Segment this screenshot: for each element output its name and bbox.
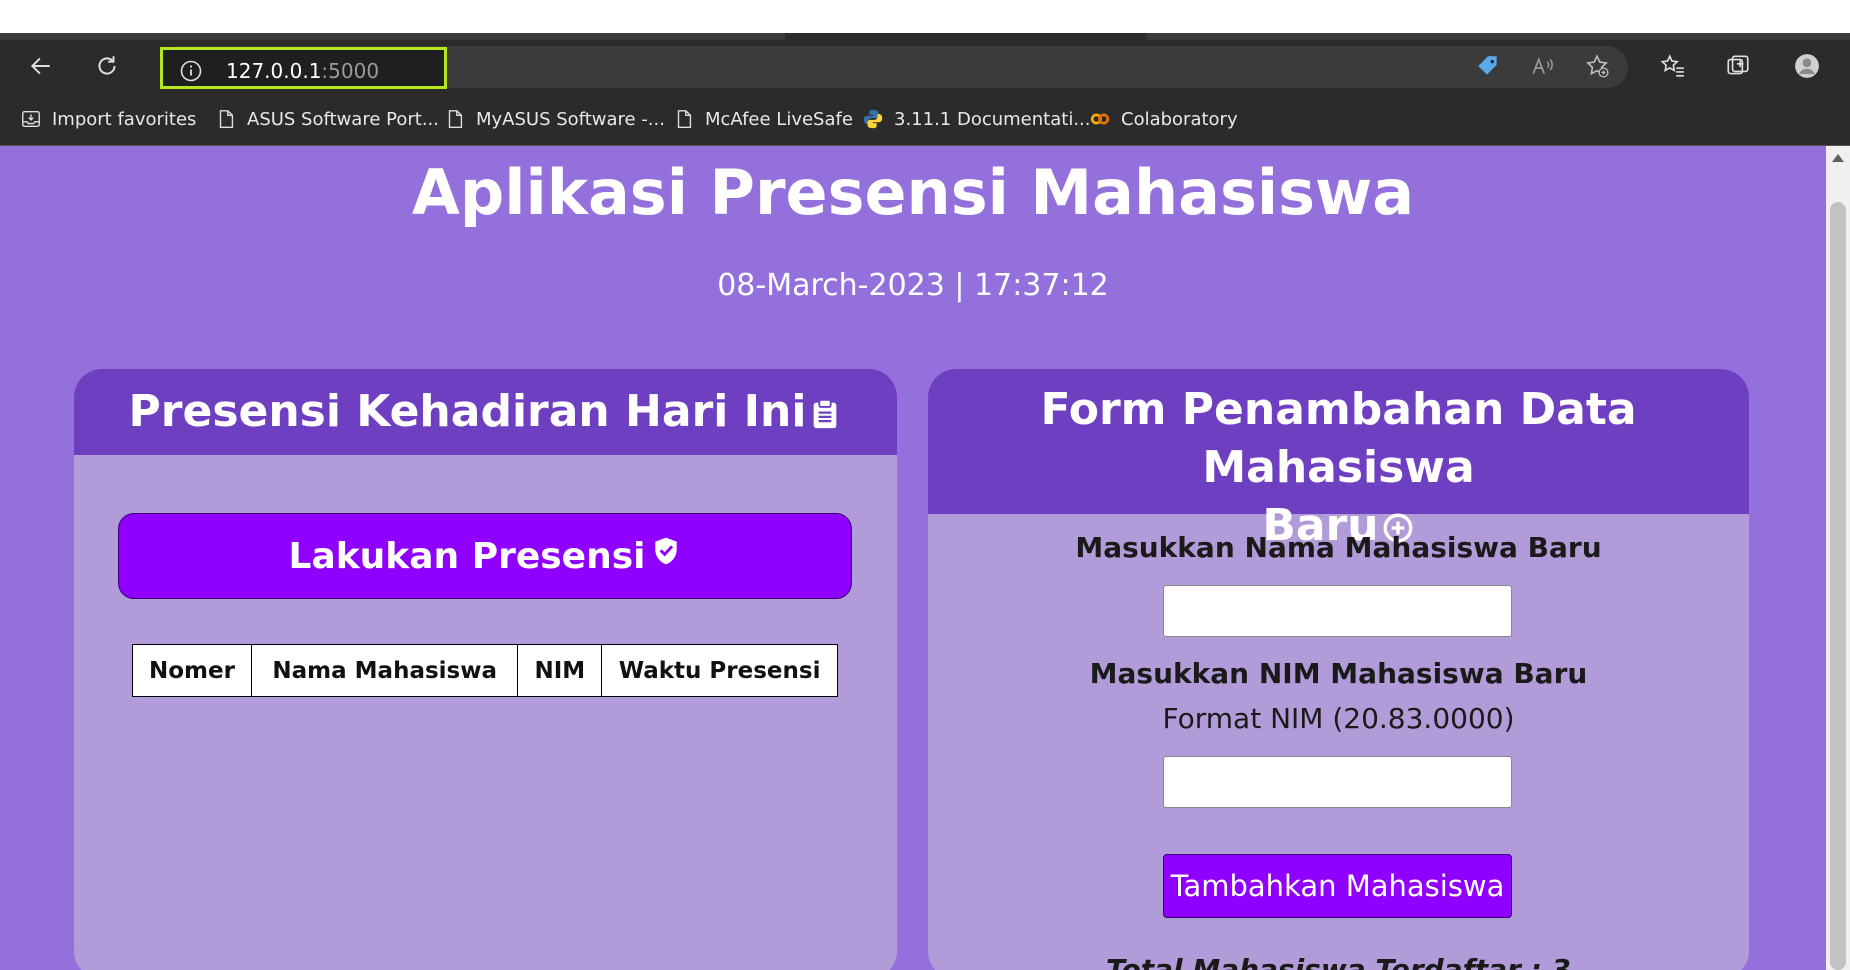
table-header-row: Nomer Nama Mahasiswa NIM Waktu Presensi — [132, 644, 838, 697]
bookmark-label: ASUS Software Port... — [247, 108, 439, 130]
column-header-nomer[interactable]: Nomer — [132, 644, 252, 697]
tab-strip — [0, 33, 1850, 40]
bookmark-colaboratory[interactable]: Colaboratory — [1089, 106, 1238, 132]
window-titlebar — [0, 0, 1850, 33]
coupon-button[interactable] — [1470, 48, 1506, 84]
tambahkan-mahasiswa-button[interactable]: Tambahkan Mahasiswa — [1163, 854, 1512, 918]
column-header-nama[interactable]: Nama Mahasiswa — [250, 644, 519, 697]
info-icon[interactable] — [179, 59, 203, 83]
nim-field-label: Masukkan NIM Mahasiswa Baru — [1089, 657, 1588, 690]
browser-toolbar: 127.0.0.1:5000 — [0, 40, 1850, 92]
python-icon — [863, 109, 883, 129]
url-text[interactable]: 127.0.0.1:5000 — [226, 59, 379, 83]
bookmark-label: 3.11.1 Documentati... — [894, 108, 1091, 130]
current-datetime: 08-March-2023 | 17:37:12 — [717, 268, 1109, 303]
form-heading-line1: Form Penambahan Data Mahasiswa — [1040, 384, 1637, 493]
tab-inactive[interactable] — [0, 33, 785, 40]
page-icon — [219, 110, 234, 128]
scroll-thumb[interactable] — [1830, 202, 1846, 970]
bookmark-myasus-software[interactable]: MyASUS Software -... — [444, 106, 665, 132]
add-student-card-header: Form Penambahan Data Mahasiswa Baru — [928, 369, 1749, 551]
attendance-heading: Presensi Kehadiran Hari Ini — [128, 386, 807, 437]
favorites-list-icon — [1660, 54, 1684, 77]
attendance-card-header: Presensi Kehadiran Hari Ini — [74, 369, 897, 455]
colab-icon — [1090, 113, 1110, 125]
bookmark-mcafee-livesafe[interactable]: McAfee LiveSafe — [673, 106, 853, 132]
bookmark-import-favorites[interactable]: Import favorites — [20, 106, 196, 132]
scroll-up-arrow[interactable] — [1832, 154, 1844, 162]
avatar-icon — [1795, 54, 1819, 78]
column-header-nim[interactable]: NIM — [517, 644, 603, 697]
bookmark-label: MyASUS Software -... — [476, 108, 665, 130]
bookmark-python-docs[interactable]: 3.11.1 Documentati... — [862, 106, 1090, 132]
bookmark-asus-software[interactable]: ASUS Software Port... — [215, 106, 439, 132]
attendance-card: Presensi Kehadiran Hari Ini Lakukan Pres… — [74, 369, 897, 970]
tag-icon — [1478, 56, 1497, 75]
profile-button[interactable] — [1789, 48, 1825, 84]
page-content: Aplikasi Presensi Mahasiswa 08-March-202… — [0, 146, 1826, 970]
back-button[interactable] — [23, 48, 59, 84]
page-icon — [448, 110, 463, 128]
student-nim-input[interactable] — [1163, 756, 1512, 808]
favorites-button[interactable] — [1655, 48, 1691, 84]
add-favorite-button[interactable] — [1579, 48, 1615, 84]
page-scrollbar[interactable] — [1826, 146, 1850, 970]
total-students-label: Total Mahasiswa Terdaftar : 3 — [1105, 953, 1572, 970]
lakukan-presensi-button[interactable]: Lakukan Presensi — [118, 513, 852, 599]
bookmark-label: Colaboratory — [1121, 108, 1238, 130]
bookmark-label: Import favorites — [52, 108, 197, 130]
page-title: Aplikasi Presensi Mahasiswa — [411, 156, 1415, 229]
refresh-icon — [98, 56, 116, 75]
bookmark-label: McAfee LiveSafe — [705, 108, 853, 130]
name-field-label: Masukkan Nama Mahasiswa Baru — [1075, 531, 1602, 564]
shield-check-icon — [654, 537, 677, 565]
collections-icon — [1727, 55, 1749, 75]
page-icon — [677, 110, 692, 128]
student-name-input[interactable] — [1163, 585, 1512, 637]
back-arrow-icon — [30, 57, 50, 75]
star-plus-icon — [1586, 54, 1609, 78]
tab-inactive-right[interactable] — [1147, 33, 1850, 40]
column-header-waktu[interactable]: Waktu Presensi — [601, 644, 838, 697]
url-port: :5000 — [321, 59, 380, 83]
collections-button[interactable] — [1720, 48, 1756, 84]
add-student-card: Form Penambahan Data Mahasiswa Baru Masu… — [928, 369, 1749, 970]
clipboard-icon — [814, 398, 837, 429]
url-highlight[interactable]: 127.0.0.1:5000 — [160, 47, 447, 89]
refresh-button[interactable] — [89, 48, 125, 84]
url-host: 127.0.0.1 — [226, 59, 322, 83]
attendance-table: Nomer Nama Mahasiswa NIM Waktu Presensi — [132, 644, 838, 697]
read-aloud-button[interactable] — [1524, 48, 1560, 84]
import-icon — [22, 110, 40, 128]
read-aloud-icon — [1532, 57, 1553, 74]
presensi-button-label: Lakukan Presensi — [288, 535, 646, 577]
bookmarks-bar: Import favorites ASUS Software Port... M… — [0, 92, 1850, 146]
nim-format-hint: Format NIM (20.83.0000) — [1162, 702, 1515, 735]
